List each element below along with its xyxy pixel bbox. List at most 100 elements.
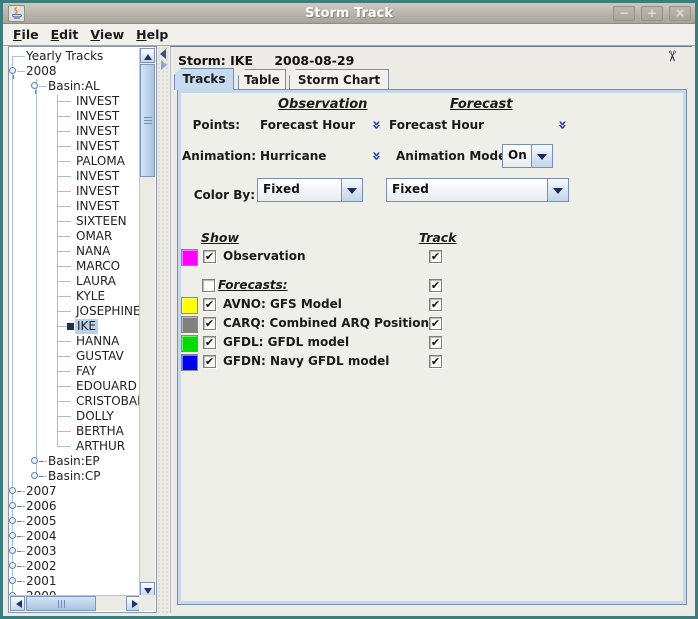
split-pane-divider[interactable] — [157, 46, 170, 613]
menu-help[interactable]: Help — [130, 24, 174, 42]
tree-item-nana[interactable]: NANA — [9, 244, 139, 259]
points-observation-value[interactable]: Forecast Hour — [260, 118, 355, 132]
tree-item-yearly-tracks[interactable]: Yearly Tracks — [9, 49, 139, 64]
color-by-observation-select[interactable]: Fixed — [257, 178, 363, 202]
tree-item-ike[interactable]: IKE — [9, 319, 139, 334]
tree-item-cristobal[interactable]: CRISTOBAL — [9, 394, 139, 409]
collapse-node-icon[interactable] — [31, 82, 38, 89]
track-checkbox-avno-gfs-model[interactable] — [429, 298, 442, 311]
tree-item-invest[interactable]: INVEST — [9, 199, 139, 214]
tree-item-paloma[interactable]: PALOMA — [9, 154, 139, 169]
tree-item-invest[interactable]: INVEST — [9, 139, 139, 154]
animation-expand-icon[interactable] — [368, 149, 384, 163]
track-checkbox-carq-combined-arq-position[interactable] — [429, 317, 442, 330]
tree-item-label: GUSTAV — [76, 349, 124, 364]
tree-item-gustav[interactable]: GUSTAV — [9, 349, 139, 364]
scroll-left-icon[interactable] — [10, 596, 25, 611]
tree-item-2004[interactable]: 2004 — [9, 529, 139, 544]
tree-item-hanna[interactable]: HANNA — [9, 334, 139, 349]
collapse-right-icon[interactable] — [161, 60, 167, 70]
tree-item-invest[interactable]: INVEST — [9, 169, 139, 184]
points-forecast-value[interactable]: Forecast Hour — [389, 118, 484, 132]
show-checkbox-avno-gfs-model[interactable] — [203, 298, 216, 311]
tree-item-label: JOSEPHINE — [76, 304, 139, 319]
points-forecast-expand-icon[interactable] — [554, 118, 570, 132]
show-checkbox-gfdn-navy-gfdl-model[interactable] — [203, 355, 216, 368]
tree-item-basin-ep[interactable]: Basin:EP — [9, 454, 139, 469]
collapse-node-icon[interactable] — [9, 67, 16, 74]
tree-item-kyle[interactable]: KYLE — [9, 289, 139, 304]
tab-table[interactable]: Table — [238, 69, 286, 89]
minimize-icon[interactable]: − — [613, 6, 635, 21]
tab-storm-chart[interactable]: Storm Chart — [289, 69, 389, 89]
tree-item-2002[interactable]: 2002 — [9, 559, 139, 574]
collapse-left-icon[interactable] — [160, 49, 166, 59]
track-checkbox-forecasts[interactable] — [429, 279, 442, 292]
dropdown-arrow-icon[interactable] — [531, 145, 552, 167]
track-checkbox-gfdl-gfdl-model[interactable] — [429, 336, 442, 349]
tree-item-marco[interactable]: MARCO — [9, 259, 139, 274]
tree-item-2003[interactable]: 2003 — [9, 544, 139, 559]
tree-item-arthur[interactable]: ARTHUR — [9, 439, 139, 454]
show-checkbox-carq-combined-arq-position[interactable] — [203, 317, 216, 330]
titlebar[interactable]: Storm Track − + × — [3, 3, 695, 24]
tree-item-invest[interactable]: INVEST — [9, 184, 139, 199]
tree-item-laura[interactable]: LAURA — [9, 274, 139, 289]
tree-item-2007[interactable]: 2007 — [9, 484, 139, 499]
tab-tracks[interactable]: Tracks — [174, 68, 234, 90]
expand-node-icon[interactable] — [9, 502, 16, 509]
tree-item-2001[interactable]: 2001 — [9, 574, 139, 589]
points-observation-expand-icon[interactable] — [368, 118, 384, 132]
tree-item-josephine[interactable]: JOSEPHINE — [9, 304, 139, 319]
tree-branch-line — [57, 446, 71, 447]
show-checkbox-forecasts[interactable] — [202, 279, 215, 292]
expand-node-icon[interactable] — [9, 547, 16, 554]
tree-item-invest[interactable]: INVEST — [9, 94, 139, 109]
expand-node-icon[interactable] — [9, 577, 16, 584]
storm-date: 2008-08-29 — [274, 53, 354, 68]
tree-item-dolly[interactable]: DOLLY — [9, 409, 139, 424]
tree-branch-line — [57, 146, 71, 147]
expand-node-icon[interactable] — [9, 562, 16, 569]
menu-file[interactable]: File — [7, 24, 45, 42]
expand-node-icon[interactable] — [9, 517, 16, 524]
expand-node-icon[interactable] — [31, 457, 38, 464]
cut-icon[interactable] — [664, 50, 680, 66]
tree-item-invest[interactable]: INVEST — [9, 124, 139, 139]
animation-value[interactable]: Hurricane — [260, 149, 326, 163]
app-window: Storm Track − + × FileEditViewHelp Yearl… — [0, 0, 698, 619]
tree-item-2005[interactable]: 2005 — [9, 514, 139, 529]
menu-edit[interactable]: Edit — [45, 24, 85, 42]
color-by-forecast-select[interactable]: Fixed — [386, 178, 569, 202]
dropdown-arrow-icon[interactable] — [547, 179, 568, 201]
scroll-up-icon[interactable] — [140, 48, 155, 63]
tree-item-2006[interactable]: 2006 — [9, 499, 139, 514]
tree-item-edouard[interactable]: EDOUARD — [9, 379, 139, 394]
storm-tree[interactable]: Yearly Tracks2008Basin:ALINVESTINVESTINV… — [9, 47, 139, 595]
maximize-icon[interactable]: + — [641, 6, 663, 21]
horizontal-scroll-thumb[interactable] — [26, 596, 96, 611]
expand-node-icon[interactable] — [31, 472, 38, 479]
menu-view[interactable]: View — [84, 24, 130, 42]
tree-item-invest[interactable]: INVEST — [9, 109, 139, 124]
track-checkbox-observation[interactable] — [429, 250, 442, 263]
dropdown-arrow-icon[interactable] — [341, 179, 362, 201]
expand-node-icon[interactable] — [9, 487, 16, 494]
tree-item-basin-cp[interactable]: Basin:CP — [9, 469, 139, 484]
tree-item-basin-al[interactable]: Basin:AL — [9, 79, 139, 94]
tree-horizontal-scrollbar[interactable] — [10, 595, 141, 611]
animation-mode-select[interactable]: On — [502, 144, 553, 168]
tree-item-label: INVEST — [76, 139, 119, 154]
tree-item-fay[interactable]: FAY — [9, 364, 139, 379]
tree-item-2008[interactable]: 2008 — [9, 64, 139, 79]
show-checkbox-observation[interactable] — [203, 250, 216, 263]
vertical-scroll-thumb[interactable] — [140, 64, 155, 177]
track-checkbox-gfdn-navy-gfdl-model[interactable] — [429, 355, 442, 368]
close-icon[interactable]: × — [669, 6, 691, 21]
tree-item-sixteen[interactable]: SIXTEEN — [9, 214, 139, 229]
tree-item-bertha[interactable]: BERTHA — [9, 424, 139, 439]
expand-node-icon[interactable] — [9, 532, 16, 539]
tree-item-omar[interactable]: OMAR — [9, 229, 139, 244]
show-checkbox-gfdl-gfdl-model[interactable] — [203, 336, 216, 349]
tree-vertical-scrollbar[interactable] — [139, 48, 155, 597]
